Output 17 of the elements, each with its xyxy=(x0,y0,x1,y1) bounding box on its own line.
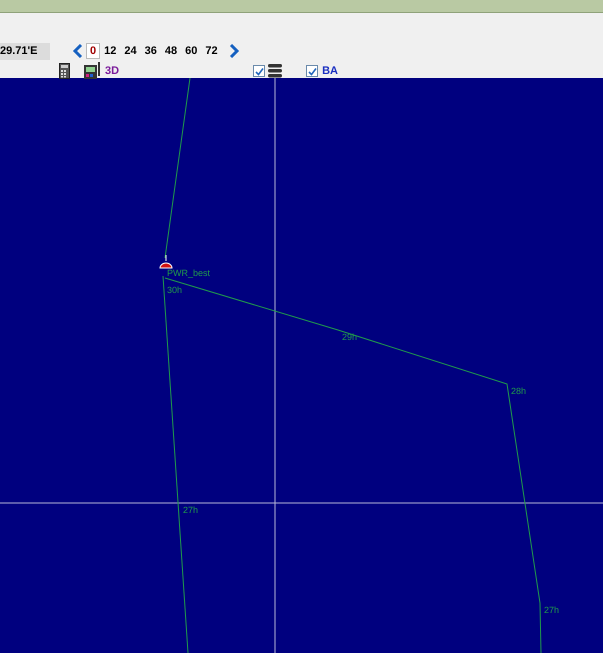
waypoint-label: 27h xyxy=(544,605,560,615)
boat-label: PWR_best xyxy=(167,268,210,278)
waypoint-label: 28h xyxy=(511,386,526,396)
forecast-hour-tab[interactable]: 36 xyxy=(140,43,161,59)
forecast-hour-tab[interactable]: 60 xyxy=(181,43,202,59)
waypoint-label: 29h xyxy=(342,332,358,342)
forecast-hour-tab[interactable]: 24 xyxy=(120,43,141,59)
longitude-field: 29.71'E xyxy=(0,42,50,60)
forecast-hour-tab[interactable]: 0 xyxy=(86,43,100,59)
forecast-hour-tab[interactable]: 48 xyxy=(160,43,182,59)
chart-map[interactable]: PWR_best 30h 29h 28h 27h 27h xyxy=(0,78,603,653)
forecast-hour-tab[interactable]: 72 xyxy=(201,43,222,59)
waypoint-label: 27h xyxy=(183,505,198,515)
forecast-hour-tab[interactable]: 12 xyxy=(100,43,120,59)
waypoint-label: 30h xyxy=(167,285,182,295)
3d-view-link[interactable]: 3D xyxy=(105,65,120,77)
ba-label: BA xyxy=(322,65,338,77)
